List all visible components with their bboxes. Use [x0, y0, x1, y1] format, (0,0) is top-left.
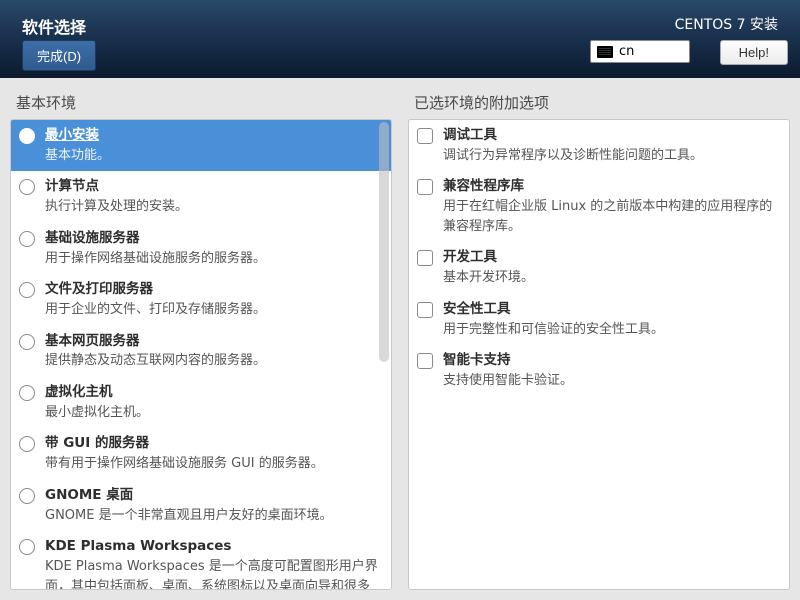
option-text: 智能卡支持支持使用智能卡验证。 — [443, 351, 779, 390]
environment-option[interactable]: 虚拟化主机最小虚拟化主机。 — [11, 377, 391, 428]
installer-title: CENTOS 7 安装 — [675, 14, 778, 34]
option-text: 基础设施服务器用于操作网络基础设施服务的服务器。 — [45, 229, 381, 268]
addon-option[interactable]: 调试工具调试行为异常程序以及诊断性能问题的工具。 — [409, 120, 789, 171]
option-desc: 用于企业的文件、打印及存储服务器。 — [45, 300, 381, 320]
option-text: KDE Plasma WorkspacesKDE Plasma Workspac… — [45, 537, 381, 590]
checkbox[interactable] — [417, 250, 433, 266]
option-title: 最小安装 — [45, 126, 381, 145]
option-text: 开发工具基本开发环境。 — [443, 248, 779, 287]
environment-option[interactable]: KDE Plasma WorkspacesKDE Plasma Workspac… — [11, 531, 391, 590]
addons-list[interactable]: 调试工具调试行为异常程序以及诊断性能问题的工具。兼容性程序库用于在红帽企业版 L… — [408, 119, 790, 590]
radio-button[interactable] — [19, 128, 35, 144]
option-desc: 基本开发环境。 — [443, 268, 779, 288]
checkbox[interactable] — [417, 179, 433, 195]
option-text: 调试工具调试行为异常程序以及诊断性能问题的工具。 — [443, 126, 779, 165]
radio-button[interactable] — [19, 231, 35, 247]
checkbox[interactable] — [417, 302, 433, 318]
base-environment-column: 基本环境 最小安装基本功能。计算节点执行计算及处理的安装。基础设施服务器用于操作… — [10, 92, 392, 590]
main-content: 基本环境 最小安装基本功能。计算节点执行计算及处理的安装。基础设施服务器用于操作… — [0, 78, 800, 600]
option-title: 兼容性程序库 — [443, 177, 779, 196]
radio-button[interactable] — [19, 488, 35, 504]
option-title: 带 GUI 的服务器 — [45, 434, 381, 453]
addon-option[interactable]: 开发工具基本开发环境。 — [409, 242, 789, 293]
option-desc: 支持使用智能卡验证。 — [443, 371, 779, 391]
header: 软件选择 完成(D) CENTOS 7 安装 cn Help! — [0, 0, 800, 78]
option-desc: GNOME 是一个非常直观且用户友好的桌面环境。 — [45, 506, 381, 526]
radio-button[interactable] — [19, 282, 35, 298]
option-desc: 用于完整性和可信验证的安全性工具。 — [443, 320, 779, 340]
option-title: 调试工具 — [443, 126, 779, 145]
environment-option[interactable]: 基础设施服务器用于操作网络基础设施服务的服务器。 — [11, 223, 391, 274]
option-text: GNOME 桌面GNOME 是一个非常直观且用户友好的桌面环境。 — [45, 486, 381, 525]
environment-option[interactable]: 最小安装基本功能。 — [11, 120, 391, 171]
addon-option[interactable]: 智能卡支持支持使用智能卡验证。 — [409, 345, 789, 396]
addons-title: 已选环境的附加选项 — [414, 92, 790, 113]
radio-button[interactable] — [19, 179, 35, 195]
option-title: 文件及打印服务器 — [45, 280, 381, 299]
addons-column: 已选环境的附加选项 调试工具调试行为异常程序以及诊断性能问题的工具。兼容性程序库… — [408, 92, 790, 590]
scrollbar[interactable] — [379, 122, 389, 362]
option-title: 开发工具 — [443, 248, 779, 267]
option-desc: 最小虚拟化主机。 — [45, 403, 381, 423]
option-desc: 调试行为异常程序以及诊断性能问题的工具。 — [443, 146, 779, 166]
option-desc: 用于在红帽企业版 Linux 的之前版本中构建的应用程序的兼容程序库。 — [443, 197, 779, 236]
option-title: KDE Plasma Workspaces — [45, 537, 381, 556]
keyboard-layout-indicator[interactable]: cn — [590, 40, 690, 63]
environment-option[interactable]: 文件及打印服务器用于企业的文件、打印及存储服务器。 — [11, 274, 391, 325]
base-environment-list[interactable]: 最小安装基本功能。计算节点执行计算及处理的安装。基础设施服务器用于操作网络基础设… — [10, 119, 392, 590]
option-desc: KDE Plasma Workspaces 是一个高度可配置图形用户界面，其中包… — [45, 557, 381, 590]
option-title: 安全性工具 — [443, 300, 779, 319]
radio-button[interactable] — [19, 436, 35, 452]
option-text: 基本网页服务器提供静态及动态互联网内容的服务器。 — [45, 332, 381, 371]
option-title: 基本网页服务器 — [45, 332, 381, 351]
environment-option[interactable]: 基本网页服务器提供静态及动态互联网内容的服务器。 — [11, 326, 391, 377]
option-text: 带 GUI 的服务器带有用于操作网络基础设施服务 GUI 的服务器。 — [45, 434, 381, 473]
option-text: 虚拟化主机最小虚拟化主机。 — [45, 383, 381, 422]
keyboard-icon — [597, 46, 613, 58]
option-desc: 带有用于操作网络基础设施服务 GUI 的服务器。 — [45, 454, 381, 474]
option-desc: 提供静态及动态互联网内容的服务器。 — [45, 351, 381, 371]
option-desc: 用于操作网络基础设施服务的服务器。 — [45, 249, 381, 269]
option-title: GNOME 桌面 — [45, 486, 381, 505]
checkbox[interactable] — [417, 353, 433, 369]
help-button[interactable]: Help! — [720, 40, 788, 65]
option-text: 文件及打印服务器用于企业的文件、打印及存储服务器。 — [45, 280, 381, 319]
option-text: 计算节点执行计算及处理的安装。 — [45, 177, 381, 216]
keyboard-layout-label: cn — [619, 44, 634, 59]
option-title: 智能卡支持 — [443, 351, 779, 370]
option-text: 最小安装基本功能。 — [45, 126, 381, 165]
environment-option[interactable]: 计算节点执行计算及处理的安装。 — [11, 171, 391, 222]
option-desc: 执行计算及处理的安装。 — [45, 197, 381, 217]
page-title: 软件选择 — [22, 14, 86, 38]
option-desc: 基本功能。 — [45, 146, 381, 166]
done-button[interactable]: 完成(D) — [22, 40, 96, 71]
option-text: 安全性工具用于完整性和可信验证的安全性工具。 — [443, 300, 779, 339]
option-text: 兼容性程序库用于在红帽企业版 Linux 的之前版本中构建的应用程序的兼容程序库… — [443, 177, 779, 236]
radio-button[interactable] — [19, 334, 35, 350]
environment-option[interactable]: GNOME 桌面GNOME 是一个非常直观且用户友好的桌面环境。 — [11, 480, 391, 531]
radio-button[interactable] — [19, 539, 35, 555]
option-title: 虚拟化主机 — [45, 383, 381, 402]
addon-option[interactable]: 安全性工具用于完整性和可信验证的安全性工具。 — [409, 294, 789, 345]
checkbox[interactable] — [417, 128, 433, 144]
option-title: 计算节点 — [45, 177, 381, 196]
addon-option[interactable]: 兼容性程序库用于在红帽企业版 Linux 的之前版本中构建的应用程序的兼容程序库… — [409, 171, 789, 242]
radio-button[interactable] — [19, 385, 35, 401]
option-title: 基础设施服务器 — [45, 229, 381, 248]
environment-option[interactable]: 带 GUI 的服务器带有用于操作网络基础设施服务 GUI 的服务器。 — [11, 428, 391, 479]
base-environment-title: 基本环境 — [16, 92, 392, 113]
